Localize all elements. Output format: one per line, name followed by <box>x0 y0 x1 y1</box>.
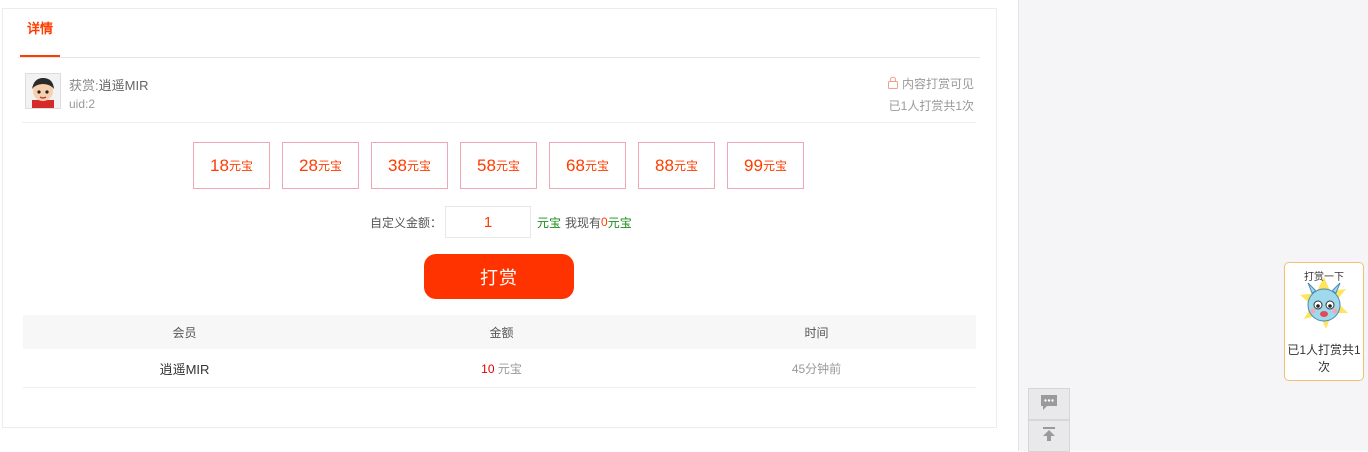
header-member: 会员 <box>172 325 197 340</box>
avatar[interactable] <box>25 73 61 109</box>
amount-options: 18 元宝 28 元宝 38 元宝 58 元宝 68 元宝 88 元宝 99 元宝 <box>193 142 804 189</box>
table-row: 逍遥MIR 10 元宝 45分钟前 <box>23 349 976 388</box>
amount-unit: 元宝 <box>762 159 787 173</box>
amount-value: 38 <box>388 155 407 175</box>
row-time: 45分钟前 <box>791 361 842 376</box>
visibility-text: 内容打赏可见 <box>901 77 974 91</box>
author-uid: uid:2 <box>69 97 96 111</box>
amount-option-58[interactable]: 58 元宝 <box>460 142 537 189</box>
custom-amount-unit: 元宝 <box>537 215 562 230</box>
tab-details[interactable]: 详情 <box>20 16 60 57</box>
row-amount: 10 元宝 <box>346 360 657 377</box>
amount-unit: 元宝 <box>406 159 431 173</box>
amount-option-38[interactable]: 38 元宝 <box>371 142 448 189</box>
comment-button[interactable] <box>1028 388 1070 420</box>
amount-value: 28 <box>299 155 318 175</box>
row-amount-unit: 元宝 <box>497 361 522 376</box>
balance-prefix: 我现有 <box>565 215 602 230</box>
row-member[interactable]: 逍遥MIR <box>23 359 346 378</box>
sticker-text: 打赏一下 <box>1304 270 1344 283</box>
main-area: 详情 获赏:逍遥MIR uid:2 内容打赏可见 已1人打赏共1次 18 元宝 … <box>0 0 1018 451</box>
amount-option-18[interactable]: 18 元宝 <box>193 142 270 189</box>
amount-option-88[interactable]: 88 元宝 <box>638 142 715 189</box>
table-header: 会员 金额 时间 <box>23 315 976 349</box>
tab-bar: 详情 <box>18 16 980 58</box>
balance-unit: 元宝 <box>607 215 632 230</box>
visibility-label: 内容打赏可见 <box>887 75 974 92</box>
lock-icon <box>887 76 899 92</box>
amount-unit: 元宝 <box>584 159 609 173</box>
amount-unit: 元宝 <box>673 159 698 173</box>
amount-unit: 元宝 <box>228 159 253 173</box>
author-prefix: 获赏: <box>69 78 99 93</box>
custom-amount-label: 自定义金额： <box>370 215 443 230</box>
amount-value: 58 <box>477 155 496 175</box>
reward-table: 会员 金额 时间 逍遥MIR 10 元宝 45分钟前 <box>23 315 976 388</box>
back-to-top-icon <box>1040 425 1058 448</box>
author-row: 获赏:逍遥MIR uid:2 内容打赏可见 已1人打赏共1次 <box>22 64 976 123</box>
reward-sticker-icon: 打赏一下 <box>1300 270 1348 329</box>
balance-amount: 0 <box>601 215 608 229</box>
amount-unit: 元宝 <box>495 159 520 173</box>
amount-option-28[interactable]: 28 元宝 <box>282 142 359 189</box>
float-caption: 已1人打赏共1次 <box>1287 343 1361 374</box>
reward-float-widget[interactable]: 打赏一下 已1人打赏共1次 <box>1284 262 1364 381</box>
amount-unit: 元宝 <box>317 159 342 173</box>
amount-option-99[interactable]: 99 元宝 <box>727 142 804 189</box>
comment-icon <box>1039 393 1059 416</box>
author-name: 获赏:逍遥MIR <box>69 75 148 94</box>
amount-option-68[interactable]: 68 元宝 <box>549 142 626 189</box>
back-to-top-button[interactable] <box>1028 420 1070 452</box>
header-time: 时间 <box>804 325 829 340</box>
amount-value: 88 <box>655 155 674 175</box>
amount-value: 99 <box>744 155 763 175</box>
header-amount: 金额 <box>489 325 514 340</box>
reward-count: 已1人打赏共1次 <box>888 99 974 113</box>
amount-value: 68 <box>566 155 585 175</box>
custom-amount-input[interactable] <box>445 206 532 238</box>
row-amount-value: 10 <box>481 361 495 376</box>
reward-button[interactable]: 打赏 <box>424 254 574 299</box>
custom-amount-row: 自定义金额： 元宝 我现有0元宝 <box>370 206 632 238</box>
amount-value: 18 <box>210 155 229 175</box>
author-name-link[interactable]: 逍遥MIR <box>99 78 149 93</box>
right-sidebar <box>1018 0 1368 451</box>
